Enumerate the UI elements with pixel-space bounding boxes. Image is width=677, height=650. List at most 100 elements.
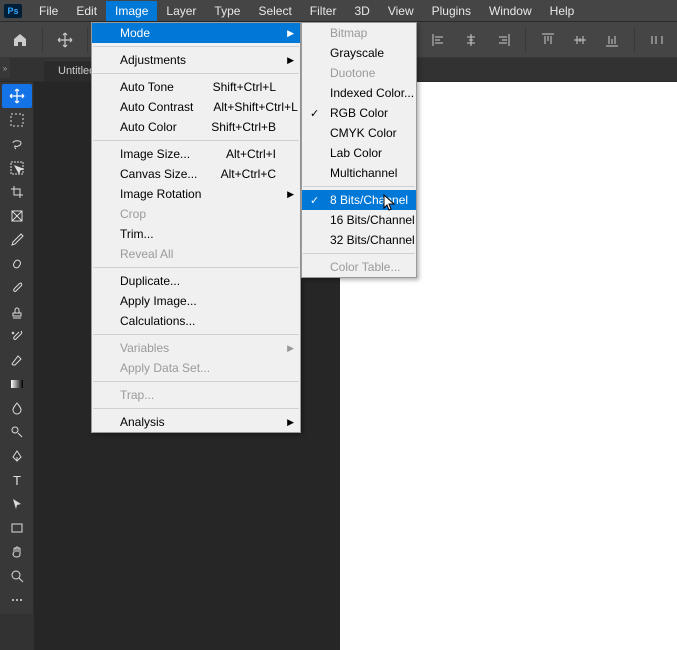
home-button[interactable]	[6, 26, 34, 54]
healing-tool[interactable]	[2, 252, 32, 276]
pen-tool[interactable]	[2, 444, 32, 468]
menu-label: Image Rotation	[120, 187, 276, 201]
menu-label: Adjustments	[120, 53, 276, 67]
align-right-icon[interactable]	[489, 26, 517, 54]
zoom-tool[interactable]	[2, 564, 32, 588]
panel-collapse-icon[interactable]: »	[0, 58, 10, 78]
image-menu-item[interactable]: Apply Image...	[92, 291, 300, 311]
image-menu-item: Apply Data Set...	[92, 358, 300, 378]
image-menu-item[interactable]: Mode▶	[92, 23, 300, 43]
hand-tool[interactable]	[2, 540, 32, 564]
menu-label: Auto Color	[120, 120, 191, 134]
mode-menu-item[interactable]: ✓RGB Color	[302, 103, 416, 123]
menu-label: 16 Bits/Channel	[330, 213, 415, 227]
marquee-tool[interactable]	[2, 108, 32, 132]
lasso-tool[interactable]	[2, 132, 32, 156]
align-left-icon[interactable]	[425, 26, 453, 54]
mode-menu-item[interactable]: CMYK Color	[302, 123, 416, 143]
menu-label: Multichannel	[330, 166, 397, 180]
more-options-icon[interactable]	[643, 26, 671, 54]
menu-filter[interactable]: Filter	[301, 1, 346, 21]
menu-label: Trap...	[120, 388, 276, 402]
menu-image[interactable]: Image	[106, 1, 157, 21]
check-icon: ✓	[310, 194, 319, 207]
menu-help[interactable]: Help	[541, 1, 584, 21]
mode-menu-item: Bitmap	[302, 23, 416, 43]
menu-label: Apply Data Set...	[120, 361, 276, 375]
type-tool[interactable]: T	[2, 468, 32, 492]
toolbar-more-icon[interactable]	[2, 588, 32, 612]
stamp-tool[interactable]	[2, 300, 32, 324]
image-menu-item[interactable]: Auto Tone Shift+Ctrl+L	[92, 77, 300, 97]
path-select-tool[interactable]	[2, 492, 32, 516]
brush-tool[interactable]	[2, 276, 32, 300]
menu-shortcut: Shift+Ctrl+L	[213, 80, 276, 94]
mode-menu-item: Duotone	[302, 63, 416, 83]
menu-label: 32 Bits/Channel	[330, 233, 415, 247]
object-select-tool[interactable]	[2, 156, 32, 180]
menu-label: CMYK Color	[330, 126, 397, 140]
menu-edit[interactable]: Edit	[67, 1, 106, 21]
eraser-tool[interactable]	[2, 348, 32, 372]
frame-tool[interactable]	[2, 204, 32, 228]
menu-label: 8 Bits/Channel	[330, 193, 408, 207]
align-top-icon[interactable]	[534, 26, 562, 54]
history-brush-tool[interactable]	[2, 324, 32, 348]
image-menu-item[interactable]: Auto Color Shift+Ctrl+B	[92, 117, 300, 137]
menu-label: Lab Color	[330, 146, 392, 160]
dodge-tool[interactable]	[2, 420, 32, 444]
tab-title: Untitled	[58, 65, 95, 77]
shape-tool[interactable]	[2, 516, 32, 540]
menu-label: Color Table...	[330, 260, 400, 274]
mode-menu-item[interactable]: 32 Bits/Channel	[302, 230, 416, 250]
menu-select[interactable]: Select	[249, 1, 300, 21]
mode-menu-item[interactable]: 16 Bits/Channel	[302, 210, 416, 230]
crop-tool[interactable]	[2, 180, 32, 204]
menu-3d[interactable]: 3D	[345, 1, 378, 21]
menu-label: Image Size...	[120, 147, 206, 161]
image-menu-item[interactable]: Canvas Size...Alt+Ctrl+C	[92, 164, 300, 184]
image-menu-item[interactable]: Duplicate...	[92, 271, 300, 291]
submenu-arrow-icon: ▶	[287, 55, 294, 66]
mode-submenu: BitmapGrayscaleDuotoneIndexed Color...✓R…	[301, 22, 417, 278]
move-tool[interactable]	[2, 84, 32, 108]
move-tool-icon[interactable]	[51, 26, 79, 54]
mode-menu-item[interactable]: Indexed Color...	[302, 83, 416, 103]
menu-type[interactable]: Type	[205, 1, 249, 21]
menu-label: RGB Color	[330, 106, 392, 120]
image-menu-item[interactable]: Trim...	[92, 224, 300, 244]
mode-menu-item[interactable]: ✓ 8 Bits/Channel	[302, 190, 416, 210]
menu-view[interactable]: View	[379, 1, 423, 21]
image-menu-item[interactable]: Image Rotation▶	[92, 184, 300, 204]
menu-layer[interactable]: Layer	[157, 1, 205, 21]
image-menu-item[interactable]: Image Size...Alt+Ctrl+I	[92, 144, 300, 164]
menu-label: Auto Tone	[120, 80, 193, 94]
mode-menu-item[interactable]: Multichannel	[302, 163, 416, 183]
image-menu-item[interactable]: Auto ContrastAlt+Shift+Ctrl+L	[92, 97, 300, 117]
menu-file[interactable]: File	[30, 1, 67, 21]
align-center-v-icon[interactable]	[566, 26, 594, 54]
image-menu-item: Crop	[92, 204, 300, 224]
menu-label: Canvas Size...	[120, 167, 201, 181]
menu-window[interactable]: Window	[480, 1, 541, 21]
menu-label: Calculations...	[120, 314, 276, 328]
menu-label: Duplicate...	[120, 274, 276, 288]
image-menu-item: Reveal All	[92, 244, 300, 264]
align-bottom-icon[interactable]	[598, 26, 626, 54]
blur-tool[interactable]	[2, 396, 32, 420]
image-menu-item[interactable]: Adjustments ▶	[92, 50, 300, 70]
menu-label: Crop	[120, 207, 276, 221]
eyedropper-tool[interactable]	[2, 228, 32, 252]
mode-menu-item[interactable]: Grayscale	[302, 43, 416, 63]
menu-label: Duotone	[330, 66, 392, 80]
gradient-tool[interactable]	[2, 372, 32, 396]
menu-plugins[interactable]: Plugins	[423, 1, 480, 21]
image-menu-item[interactable]: Calculations...	[92, 311, 300, 331]
align-center-h-icon[interactable]	[457, 26, 485, 54]
svg-text:T: T	[13, 473, 21, 487]
image-menu-item[interactable]: Analysis▶	[92, 412, 300, 432]
menu-label: Reveal All	[120, 247, 276, 261]
mode-menu-item[interactable]: Lab Color	[302, 143, 416, 163]
menu-label: Apply Image...	[120, 294, 276, 308]
menu-shortcut: Shift+Ctrl+B	[211, 120, 276, 134]
